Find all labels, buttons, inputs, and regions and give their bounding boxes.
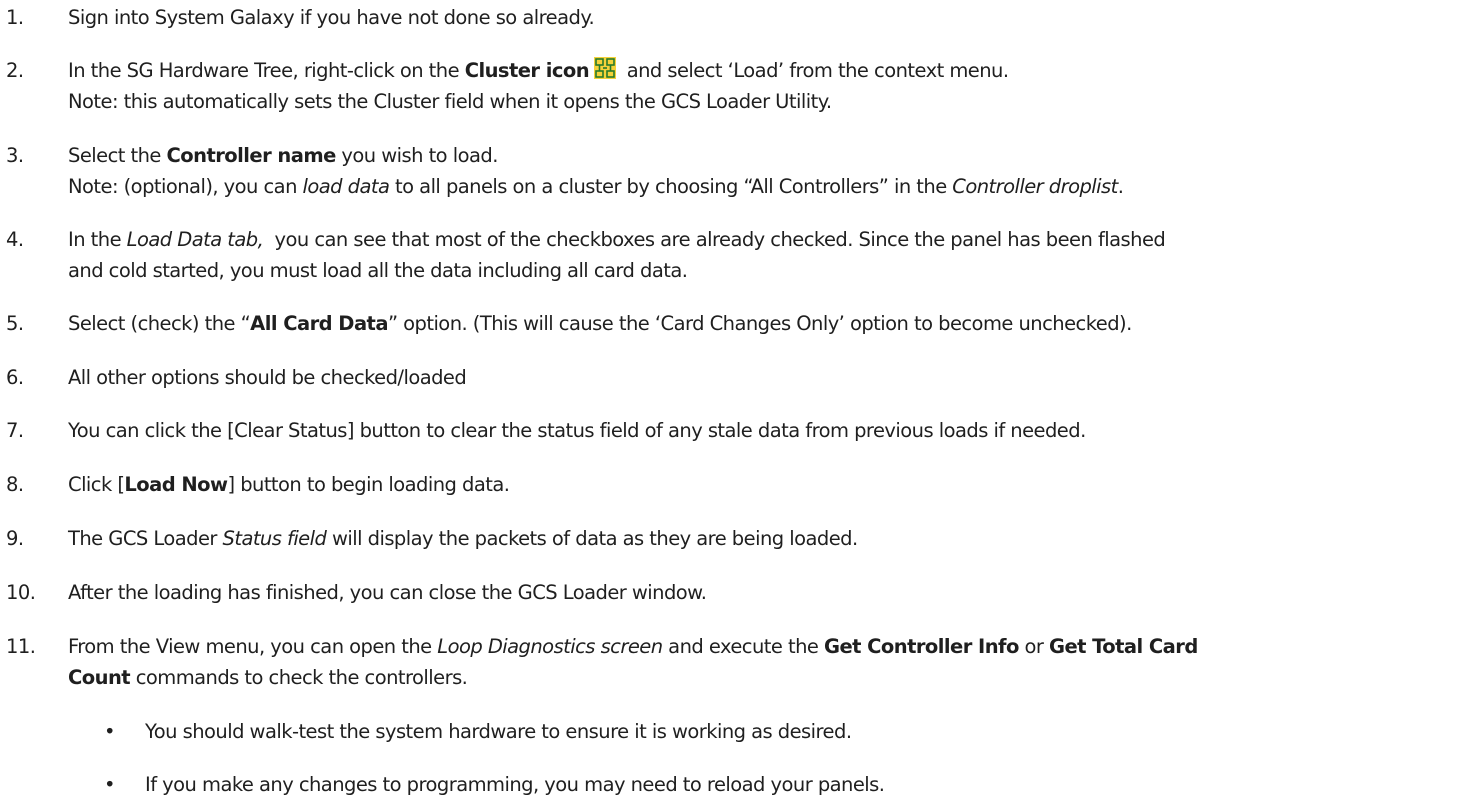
step-text: All other options should be checked/load… <box>68 366 467 389</box>
step-number: 6. <box>6 366 24 389</box>
cluster-icon-label: Cluster icon <box>464 59 590 82</box>
step-text: After the loading has finished, you can … <box>68 581 707 604</box>
step-number: 1. <box>6 6 24 29</box>
step-number: 7. <box>6 419 24 442</box>
bullet-text: If you make any changes to programming, … <box>145 773 885 796</box>
bullet-dot-icon: • <box>104 720 116 743</box>
step-text: From the View menu, you can open the Loo… <box>68 635 1198 689</box>
step-text: In the Load Data tab, you can see that m… <box>68 228 1166 282</box>
document-page: 1. Sign into System Galaxy if you have n… <box>0 0 1471 804</box>
step-number: 11. <box>6 635 36 658</box>
step-text: Select (check) the “All Card Data” optio… <box>68 312 1132 335</box>
step-number: 2. <box>6 59 24 82</box>
step-number: 10. <box>6 581 36 604</box>
cluster-icon <box>594 57 617 79</box>
step-number: 4. <box>6 228 24 251</box>
step-text: The GCS Loader Status field will display… <box>68 527 858 550</box>
bullet-text: You should walk-test the system hardware… <box>145 720 852 743</box>
step-text: Select the Controller name you wish to l… <box>68 144 1124 198</box>
step-text: Click [Load Now] button to begin loading… <box>68 473 510 496</box>
step-number: 9. <box>6 527 24 550</box>
step-text: You can click the [Clear Status] button … <box>68 419 1086 442</box>
step-number: 5. <box>6 312 24 335</box>
step-number: 8. <box>6 473 24 496</box>
step-number: 3. <box>6 144 24 167</box>
bullet-dot-icon: • <box>104 773 116 796</box>
step-text: In the SG Hardware Tree, right-click on … <box>68 57 1009 113</box>
step-text: Sign into System Galaxy if you have not … <box>68 6 595 29</box>
